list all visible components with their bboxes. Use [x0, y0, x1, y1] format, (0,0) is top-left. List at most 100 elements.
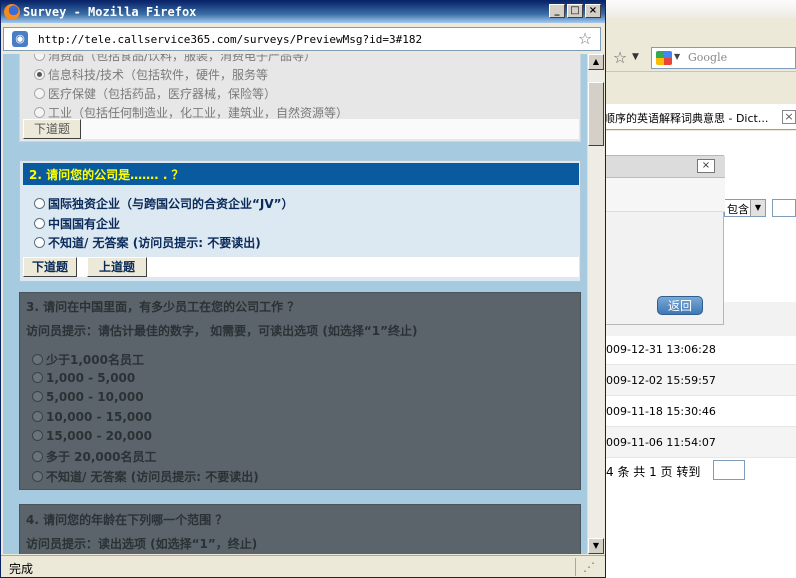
row-timestamp: 009-12-31 13:06:28 [606, 343, 716, 356]
google-logo-icon [656, 51, 672, 65]
option-label: 国际独资企业（与跨国公司的合资企业“JV”） [48, 197, 294, 211]
match-select[interactable]: 包含 ▼ [724, 199, 766, 217]
question-header: 2. 请问您的公司是……. . ？ [23, 163, 579, 185]
row-timestamp: 009-11-18 15:30:46 [606, 405, 716, 418]
radio-button[interactable] [34, 88, 45, 99]
option-row[interactable]: 5,000 - 10,000 [32, 390, 144, 406]
option-row[interactable]: 医疗保健（包括药品，医疗器械，保险等） [34, 85, 276, 101]
button-row: 下道题 [23, 119, 579, 139]
scrollbar-thumb[interactable] [588, 82, 604, 146]
bookmark-star-icon[interactable]: ☆ [610, 48, 630, 68]
option-label: 少于1,000名员工 [46, 353, 144, 367]
option-label: 消费品（包括食品/饮料，服装，消费电子产品等） [48, 54, 317, 63]
radio-button-selected[interactable] [34, 69, 45, 80]
status-bar: 完成 ⋰ [1, 555, 605, 577]
window-title: Survey - Mozilla Firefox [23, 5, 197, 19]
option-row[interactable]: 消费品（包括食品/饮料，服装，消费电子产品等） [34, 54, 316, 63]
question-title: 4. 请问您的年龄在下列哪一个范围 ？ [26, 513, 228, 527]
window-titlebar[interactable]: Survey - Mozilla Firefox _ □ × [1, 1, 605, 23]
site-favicon-icon: ◉ [12, 31, 28, 47]
close-button[interactable]: × [585, 4, 601, 18]
radio-button[interactable] [32, 372, 43, 383]
option-label: 1,000 - 5,000 [46, 371, 136, 385]
question-block-4: 4. 请问您的年龄在下列哪一个范围 ？ 访问员提示：读出选项 (如选择“1”，终… [19, 504, 581, 554]
option-label: 信息科技/技术（包括软件，硬件，服务等 [48, 68, 269, 82]
address-bar[interactable]: ◉ http://tele.callservice365.com/surveys… [3, 27, 601, 51]
scroll-up-arrow-icon[interactable]: ▲ [588, 54, 604, 70]
row-timestamp: 009-11-06 11:54:07 [606, 436, 716, 449]
option-label: 医疗保健（包括药品，医疗器械，保险等） [48, 87, 277, 101]
option-row[interactable]: 15,000 - 20,000 [32, 429, 152, 445]
pager-text: 4 条 共 1 页 转到 [606, 465, 701, 479]
option-row[interactable]: 不知道/ 无答案 (访问员提示: 不要读出) [34, 234, 261, 250]
chevron-down-icon[interactable]: ▼ [750, 200, 765, 216]
search-box[interactable]: ▼ Google [651, 47, 796, 69]
chevron-down-icon[interactable]: ▼ [632, 52, 639, 62]
url-text[interactable]: http://tele.callservice365.com/surveys/P… [38, 33, 422, 46]
radio-button[interactable] [34, 218, 45, 229]
radio-button[interactable] [34, 198, 45, 209]
option-label: 15,000 - 20,000 [46, 429, 152, 443]
radio-button[interactable] [34, 107, 45, 118]
option-row[interactable]: 工业（包括任何制造业，化工业，建筑业，自然资源等） [34, 104, 348, 120]
search-input[interactable]: Google [688, 51, 727, 64]
option-row[interactable]: 10,000 - 15,000 [32, 410, 152, 426]
previous-question-button[interactable]: 上道题 [87, 257, 147, 277]
next-question-button[interactable]: 下道题 [23, 257, 77, 277]
radio-button[interactable] [32, 354, 43, 365]
minimize-button[interactable]: _ [549, 4, 565, 18]
bookmark-star-icon[interactable]: ☆ [575, 29, 595, 49]
vertical-scrollbar[interactable]: ▲ ▼ [587, 54, 604, 554]
option-label: 10,000 - 15,000 [46, 410, 152, 424]
table-row[interactable]: 009-12-02 15:59:57 [600, 365, 796, 396]
dialog-band [601, 178, 725, 212]
row-timestamp: 009-12-02 15:59:57 [606, 374, 716, 387]
table-row[interactable]: 009-11-18 15:30:46 [600, 396, 796, 427]
scroll-down-arrow-icon[interactable]: ▼ [588, 538, 604, 554]
background-browser-window: ☆ ▼ ▼ Google 顺序的英语解释词典意思 - Dict... × 包含 … [600, 0, 796, 578]
firefox-icon [4, 4, 20, 20]
next-question-button[interactable]: 下道题 [23, 119, 81, 139]
option-row[interactable]: 信息科技/技术（包括软件，硬件，服务等 [34, 66, 268, 82]
match-select-value: 包含 [727, 203, 749, 216]
option-label: 5,000 - 10,000 [46, 390, 144, 404]
close-icon[interactable]: × [782, 110, 796, 124]
option-row[interactable]: 中国国有企业 [34, 215, 120, 231]
radio-button[interactable] [32, 391, 43, 402]
interviewer-hint: 访问员提示：读出选项 (如选择“1”，终止) [26, 537, 258, 551]
option-row[interactable]: 国际独资企业（与跨国公司的合资企业“JV”） [34, 195, 294, 211]
filter-input[interactable] [772, 199, 796, 217]
option-row[interactable]: 1,000 - 5,000 [32, 371, 135, 387]
option-row[interactable]: 多于 20,000名员工 [32, 448, 157, 464]
question-block-3: 3. 请问在中国里面，有多少员工在您的公司工作 ？ 访问员提示：请估计最佳的数字… [19, 292, 581, 490]
interviewer-hint: 访问员提示：请估计最佳的数字， 如需要，可读出选项 (如选择“1”终止) [26, 324, 418, 338]
option-label: 工业（包括任何制造业，化工业，建筑业，自然资源等） [48, 106, 349, 120]
radio-button[interactable] [32, 430, 43, 441]
radio-button[interactable] [32, 451, 43, 462]
survey-popup-window: Survey - Mozilla Firefox _ □ × ◉ http://… [0, 0, 606, 578]
background-tab-title[interactable]: 顺序的英语解释词典意思 - Dict... [604, 110, 768, 126]
option-label: 不知道/ 无答案 (访问员提示: 不要读出) [48, 236, 261, 250]
option-row[interactable]: 不知道/ 无答案 (访问员提示: 不要读出) [32, 468, 259, 484]
button-row: 下道题 上道题 [23, 257, 579, 277]
radio-button[interactable] [34, 54, 45, 61]
maximize-button[interactable]: □ [567, 4, 583, 18]
page-jump-input[interactable] [713, 460, 745, 480]
status-divider [575, 558, 576, 576]
option-label: 多于 20,000名员工 [46, 450, 157, 464]
chevron-down-icon[interactable]: ▼ [674, 52, 680, 61]
return-button[interactable]: 返回 [657, 296, 703, 315]
radio-button[interactable] [32, 411, 43, 422]
table-row[interactable]: 009-12-31 13:06:28 [600, 334, 796, 365]
option-label: 不知道/ 无答案 (访问员提示: 不要读出) [46, 470, 259, 484]
radio-button[interactable] [32, 471, 43, 482]
table-row[interactable]: 009-11-06 11:54:07 [600, 427, 796, 458]
background-tab-bar: 顺序的英语解释词典意思 - Dict... × [600, 104, 796, 130]
status-text: 完成 [9, 562, 34, 576]
radio-button[interactable] [34, 237, 45, 248]
option-row[interactable]: 少于1,000名员工 [32, 351, 144, 367]
dialog-header: × [601, 156, 725, 178]
question-title: 2. 请问您的公司是……. . ？ [29, 168, 184, 182]
close-icon[interactable]: × [697, 159, 715, 173]
resize-grip-icon[interactable]: ⋰ [583, 560, 595, 574]
